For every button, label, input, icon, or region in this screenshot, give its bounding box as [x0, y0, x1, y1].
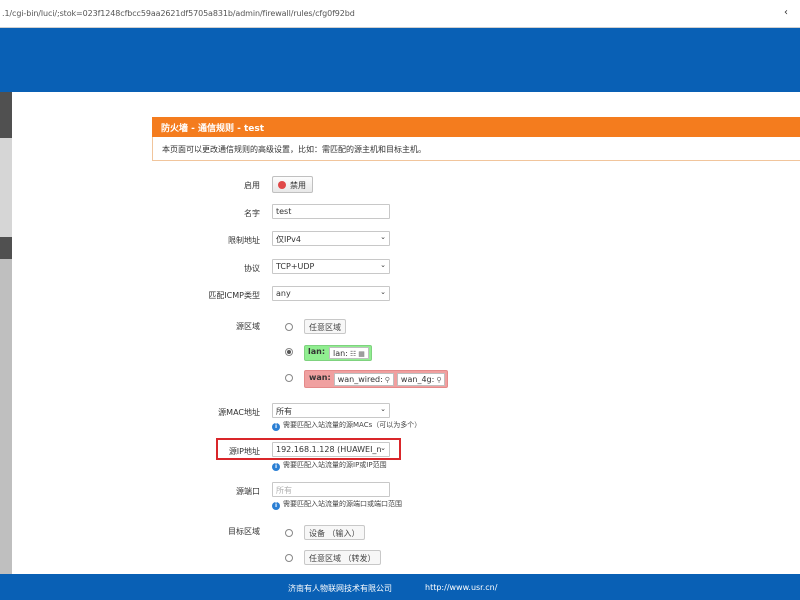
icmp-select[interactable]: any ⌄	[272, 286, 390, 301]
row-family: 限制地址 仅IPv4 ⌄	[152, 231, 552, 251]
footer-company: 济南有人物联网技术有限公司	[288, 584, 392, 593]
protocol-label: 协议	[244, 264, 260, 273]
src-zone-wan-radio[interactable]	[285, 374, 293, 382]
footer: 济南有人物联网技术有限公司 http://www.usr.cn/	[0, 574, 800, 600]
panel-title: 防火墙 - 通信规则 - test	[152, 117, 800, 137]
src-zone-lan-radio[interactable]	[285, 348, 293, 356]
sidebar-item[interactable]	[0, 138, 12, 237]
src-port-hint: i 需要匹配入站流量的源端口或端口范围	[272, 499, 402, 510]
rule-panel: 防火墙 - 通信规则 - test 本页面可以更改通信规则的高级设置，比如：需匹…	[152, 117, 800, 161]
src-mac-select[interactable]: 所有 ⌄	[272, 403, 390, 418]
src-ip-hint-text: 需要匹配入站流量的源IP或IP范围	[283, 461, 387, 469]
row-src-port: 源端口 所有 i 需要匹配入站流量的源端口或端口范围	[152, 482, 552, 512]
src-mac-label: 源MAC地址	[218, 408, 260, 417]
src-port-label: 源端口	[236, 487, 260, 496]
src-port-hint-text: 需要匹配入站流量的源端口或端口范围	[283, 500, 402, 508]
browser-address-bar[interactable]: .1/cgi-bin/luci/;stok=023f1248cfbcc59aa2…	[0, 0, 800, 28]
network-icon: ▦	[358, 350, 365, 358]
lan-iface: lan:	[333, 349, 348, 358]
wan-zone-name: wan:	[309, 373, 331, 382]
enable-label: 启用	[244, 181, 260, 190]
header-bar	[0, 28, 800, 92]
src-zone-label: 源区域	[236, 322, 260, 331]
url-text[interactable]: .1/cgi-bin/luci/;stok=023f1248cfbcc59aa2…	[2, 9, 355, 18]
src-mac-hint: i 需要匹配入站流量的源MACs（可以为多个）	[272, 420, 421, 431]
icmp-label: 匹配ICMP类型	[208, 291, 260, 300]
src-zone-lan-option[interactable]: lan: lan: ☷ ▦	[304, 345, 372, 361]
dest-zone-label: 目标区域	[228, 527, 260, 536]
wan-wired-iface: wan_wired:	[337, 375, 383, 384]
family-select[interactable]: 仅IPv4 ⌄	[272, 231, 390, 246]
src-zone-wan-option[interactable]: wan: wan_wired: ⚲ wan_4g: ⚲	[304, 370, 449, 388]
panel-description: 本页面可以更改通信规则的高级设置，比如：需匹配的源主机和目标主机。	[152, 137, 800, 161]
dest-zone-device-radio[interactable]	[285, 529, 293, 537]
sidebar	[0, 92, 12, 574]
name-input[interactable]: test	[272, 204, 390, 219]
dest-zone-any-radio[interactable]	[285, 554, 293, 562]
src-mac-hint-text: 需要匹配入站流量的源MACs（可以为多个）	[283, 421, 422, 429]
chevron-down-icon: ⌄	[380, 261, 386, 269]
row-enable: 启用 禁用	[152, 176, 552, 196]
icmp-select-value: any	[276, 289, 291, 298]
chevron-down-icon: ⌄	[380, 288, 386, 296]
info-icon: i	[272, 502, 280, 510]
wired-network-icon: ⚲	[384, 376, 390, 384]
name-label: 名字	[244, 209, 260, 218]
row-icmp: 匹配ICMP类型 any ⌄	[152, 286, 552, 306]
dest-zone-device-option[interactable]: 设备 （输入）	[304, 525, 365, 540]
footer-link[interactable]: http://www.usr.cn/	[425, 583, 497, 592]
chevron-down-icon: ⌄	[380, 405, 386, 413]
info-icon: i	[272, 463, 280, 471]
chevron-down-icon: ⌄	[380, 233, 386, 241]
src-mac-value: 所有	[276, 407, 292, 416]
protocol-select[interactable]: TCP+UDP ⌄	[272, 259, 390, 274]
src-zone-any-option[interactable]: 任意区域	[304, 319, 346, 334]
cellular-icon: ⚲	[436, 376, 442, 384]
row-name: 名字 test	[152, 204, 552, 224]
wan-4g-iface: wan_4g:	[400, 375, 435, 384]
chevron-left-icon[interactable]: ‹	[784, 7, 794, 19]
dest-zone-any-option[interactable]: 任意区域 （转发）	[304, 550, 381, 565]
family-select-value: 仅IPv4	[276, 235, 302, 244]
row-src-mac: 源MAC地址 所有 ⌄ i 需要匹配入站流量的源MACs（可以为多个）	[152, 403, 552, 433]
family-label: 限制地址	[228, 236, 260, 245]
sidebar-item-selected[interactable]	[0, 237, 12, 259]
row-src-zone: 源区域 任意区域 lan: lan: ☷ ▦ wan: wan_wired: ⚲ wan_4…	[152, 317, 552, 397]
disable-button-label: 禁用	[290, 181, 306, 190]
protocol-select-value: TCP+UDP	[276, 262, 315, 271]
disable-button[interactable]: 禁用	[272, 176, 313, 193]
network-icon: ☷	[349, 350, 357, 358]
src-port-input[interactable]: 所有	[272, 482, 390, 497]
src-zone-any-radio[interactable]	[285, 323, 293, 331]
src-ip-highlight-box	[216, 438, 401, 460]
row-protocol: 协议 TCP+UDP ⌄	[152, 259, 552, 279]
row-dest-zone: 目标区域 设备 （输入） 任意区域 （转发）	[152, 522, 552, 572]
lan-zone-name: lan:	[308, 347, 326, 356]
sidebar-item-active[interactable]	[0, 92, 12, 138]
disable-icon	[278, 181, 286, 189]
info-icon: i	[272, 423, 280, 431]
src-ip-hint: i 需要匹配入站流量的源IP或IP范围	[272, 460, 387, 471]
